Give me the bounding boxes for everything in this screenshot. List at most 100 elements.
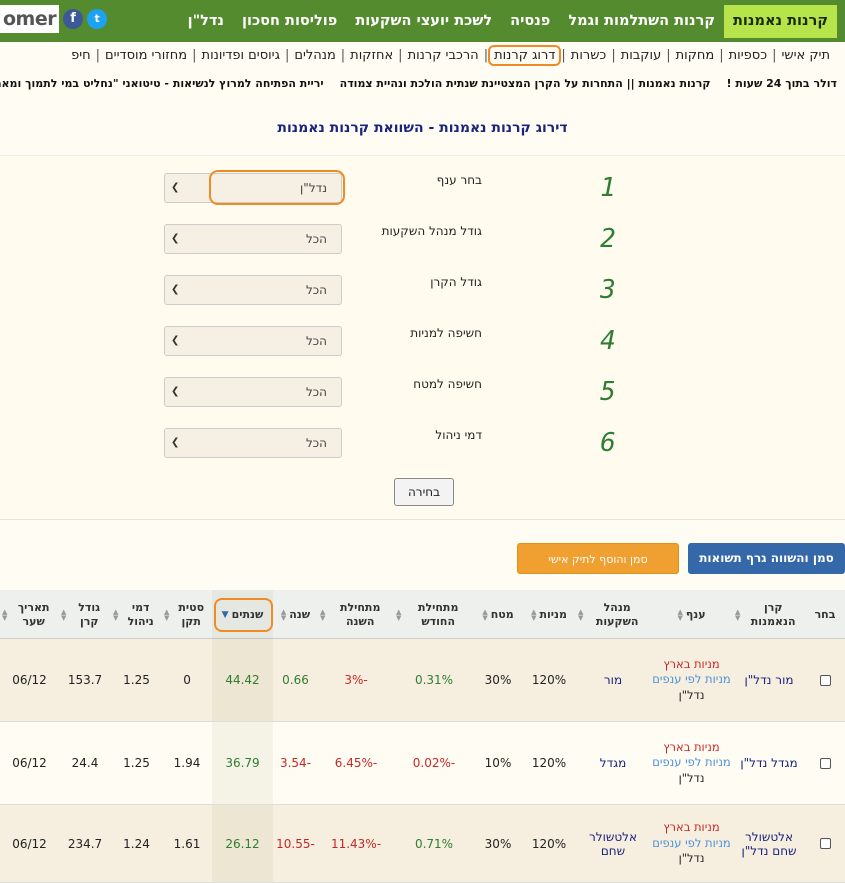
branch-secondary[interactable]: מניות לפי ענפים xyxy=(652,672,730,688)
size-value: 24.4 xyxy=(71,756,99,770)
subnav-personal-portfolio[interactable]: תיק אישי xyxy=(776,48,835,63)
sort-desc-icon: ▼ xyxy=(221,609,229,620)
col-two-years[interactable]: שנתים ▼ xyxy=(212,590,273,639)
manager-name[interactable]: מור xyxy=(576,639,650,721)
select-value: נדל"ן xyxy=(300,181,327,195)
branch-select[interactable]: נדל"ן ❯ xyxy=(164,173,342,203)
col-stocks[interactable]: מניות ▲ ▼ xyxy=(522,590,576,639)
nav-savings-policies[interactable]: פוליסות חסכון xyxy=(233,5,346,38)
fund-name[interactable]: אלטשולר שחם נדל"ן xyxy=(733,805,805,882)
row-checkbox[interactable] xyxy=(819,757,831,769)
manager-name[interactable]: אלטשולר שחם xyxy=(576,805,650,882)
nav-pension[interactable]: פנסיה xyxy=(501,5,559,38)
subnav-trackers[interactable]: עוקבות xyxy=(616,48,667,63)
col-fee[interactable]: דמי ניהול ▲ ▼ xyxy=(111,590,162,639)
subnav-fund-composition[interactable]: הרכבי קרנות xyxy=(403,48,484,63)
stock-exposure-select[interactable]: הכל ❯ xyxy=(164,326,342,356)
fund-name[interactable]: מור נדל"ן xyxy=(733,639,805,721)
branch-secondary[interactable]: מניות לפי ענפים xyxy=(652,836,730,852)
subnav-search[interactable]: חיפ xyxy=(66,48,96,63)
fund-size-select[interactable]: הכל ❯ xyxy=(164,275,342,305)
subnav-separator: | xyxy=(611,48,616,63)
col-std[interactable]: סטית תקן ▲ ▼ xyxy=(162,590,212,639)
filter-label: גודל הקרן xyxy=(430,275,482,289)
col-fx[interactable]: מטח ▲ ▼ xyxy=(474,590,522,639)
nav-study-funds[interactable]: קרנות השתלמות וגמל xyxy=(559,5,724,38)
stocks-value: 120% xyxy=(531,756,567,770)
select-value: הכל xyxy=(305,283,327,297)
page-title: דירוג קרנות נאמנות - השוואת קרנות נאמנות xyxy=(277,120,568,136)
step-number: 1 xyxy=(600,173,616,203)
ticker-item[interactable]: דולר בתוך 24 שעות ! xyxy=(719,77,845,90)
chevron-down-icon: ❯ xyxy=(171,284,180,295)
fund-name[interactable]: מגדל נדל"ן xyxy=(733,722,805,804)
main-nav: קרנות נאמנות קרנות השתלמות וגמל פנסיה לש… xyxy=(179,5,837,38)
manager-size-select[interactable]: הכל ❯ xyxy=(164,224,342,254)
col-date[interactable]: תאריך שער ▲ ▼ xyxy=(0,590,59,639)
row-checkbox-cell xyxy=(805,722,845,804)
table-row: מור נדל"ן מניות בארץ מניות לפי ענפים נדל"ן… xyxy=(0,639,845,722)
site-logo[interactable]: omer xyxy=(0,5,60,33)
year-return: -10.55 xyxy=(276,836,315,851)
subnav-holdings[interactable]: אחזקות xyxy=(345,48,398,63)
fx-exposure-select[interactable]: הכל ❯ xyxy=(164,377,342,407)
choose-button[interactable]: בחירה xyxy=(394,478,454,506)
col-branch[interactable]: ענף ▲ ▼ xyxy=(650,590,733,639)
step-number: 2 xyxy=(600,224,616,254)
chevron-down-icon: ❯ xyxy=(171,233,180,244)
subnav-institutional-volume[interactable]: מחזורי מוסדיים xyxy=(100,48,192,63)
nav-advisors[interactable]: לשכת יועצי השקעות xyxy=(346,5,501,38)
sort-icon: ▲ ▼ xyxy=(164,607,170,622)
step-number: 4 xyxy=(600,326,616,356)
step-number: 6 xyxy=(600,428,616,458)
management-fee-select[interactable]: הכל ❯ xyxy=(164,428,342,458)
add-to-portfolio-button[interactable]: סמן והוסף לתיק אישי xyxy=(517,543,679,574)
ticker-item[interactable]: קרנות נאמנות || התחרות על הקרן המצטיינת … xyxy=(332,77,719,90)
col-manager[interactable]: מנהל השקעות ▲ ▼ xyxy=(576,590,650,639)
branch-primary[interactable]: מניות בארץ xyxy=(652,820,730,836)
date-value: 06/12 xyxy=(12,836,47,851)
subnav-inflows-redemptions[interactable]: גיוסים ופדיונות xyxy=(197,48,285,63)
nav-mutual-funds[interactable]: קרנות נאמנות xyxy=(724,5,837,38)
select-value: הכל xyxy=(305,334,327,348)
nav-real-estate[interactable]: נדל"ן xyxy=(179,5,233,38)
branch-primary[interactable]: מניות בארץ xyxy=(652,657,730,673)
filter-row-stock-exposure: 4 חשיפה למניות הכל ❯ xyxy=(0,326,845,366)
filter-label: חשיפה למטח xyxy=(413,377,482,391)
fee-value: 1.25 xyxy=(123,756,150,770)
col-year[interactable]: שנה ▲ ▼ xyxy=(273,590,318,639)
subnav-index-funds[interactable]: מחקות xyxy=(671,48,720,63)
select-value: הכל xyxy=(305,385,327,399)
subnav-money-market[interactable]: כספיות xyxy=(724,48,772,63)
two-year-return: 44.42 xyxy=(212,639,273,721)
row-checkbox[interactable] xyxy=(819,674,831,686)
filter-panel: 1 בחר ענף נדל"ן ❯ 2 גודל מנהל השקעות הכל ❯… xyxy=(0,155,845,520)
chevron-down-icon: ❯ xyxy=(171,386,180,397)
branch-tertiary: נדל"ן xyxy=(678,770,705,785)
sort-icon: ▲ ▼ xyxy=(61,607,67,622)
subnav-separator: | xyxy=(284,48,290,63)
col-ytd[interactable]: מתחילת השנה ▲ ▼ xyxy=(318,590,394,639)
col-month[interactable]: מתחילת החודש ▲ ▼ xyxy=(394,590,474,639)
branch-primary[interactable]: מניות בארץ xyxy=(652,740,730,756)
branch-cell: מניות בארץ מניות לפי ענפים נדל"ן xyxy=(650,722,733,804)
subnav-separator: | xyxy=(561,48,566,63)
row-checkbox[interactable] xyxy=(819,838,831,849)
branch-secondary[interactable]: מניות לפי ענפים xyxy=(652,755,730,771)
subnav-managers[interactable]: מנהלים xyxy=(289,48,340,63)
col-size[interactable]: גודל קרן ▲ ▼ xyxy=(59,590,111,639)
col-select: בחר xyxy=(814,607,836,621)
stocks-value: 120% xyxy=(531,836,567,851)
branch-tertiary: נדל"ן xyxy=(678,687,705,702)
subnav-kosher[interactable]: כשרות xyxy=(566,48,612,63)
col-fund[interactable]: קרן הנאמנות ▲ ▼ xyxy=(733,590,805,639)
subnav-fund-rating[interactable]: דרוג קרנות xyxy=(488,45,562,66)
filter-label: גודל מנהל השקעות xyxy=(381,224,482,238)
table-header: בחר קרן הנאמנות ▲ ▼ ענף ▲ ▼ מנהל השקעות ▲ ▼ מנ… xyxy=(0,590,845,639)
facebook-icon[interactable]: f xyxy=(63,9,84,29)
ticker-item[interactable]: יריית הפתיחה למרוץ לנשיאות - טיטואני "נח… xyxy=(0,77,332,90)
sort-icon: ▲ ▼ xyxy=(2,607,8,622)
compare-returns-button[interactable]: סמן והשווה גרף תשואות xyxy=(688,543,845,574)
twitter-icon[interactable]: t xyxy=(87,9,108,29)
manager-name[interactable]: מגדל xyxy=(576,722,650,804)
